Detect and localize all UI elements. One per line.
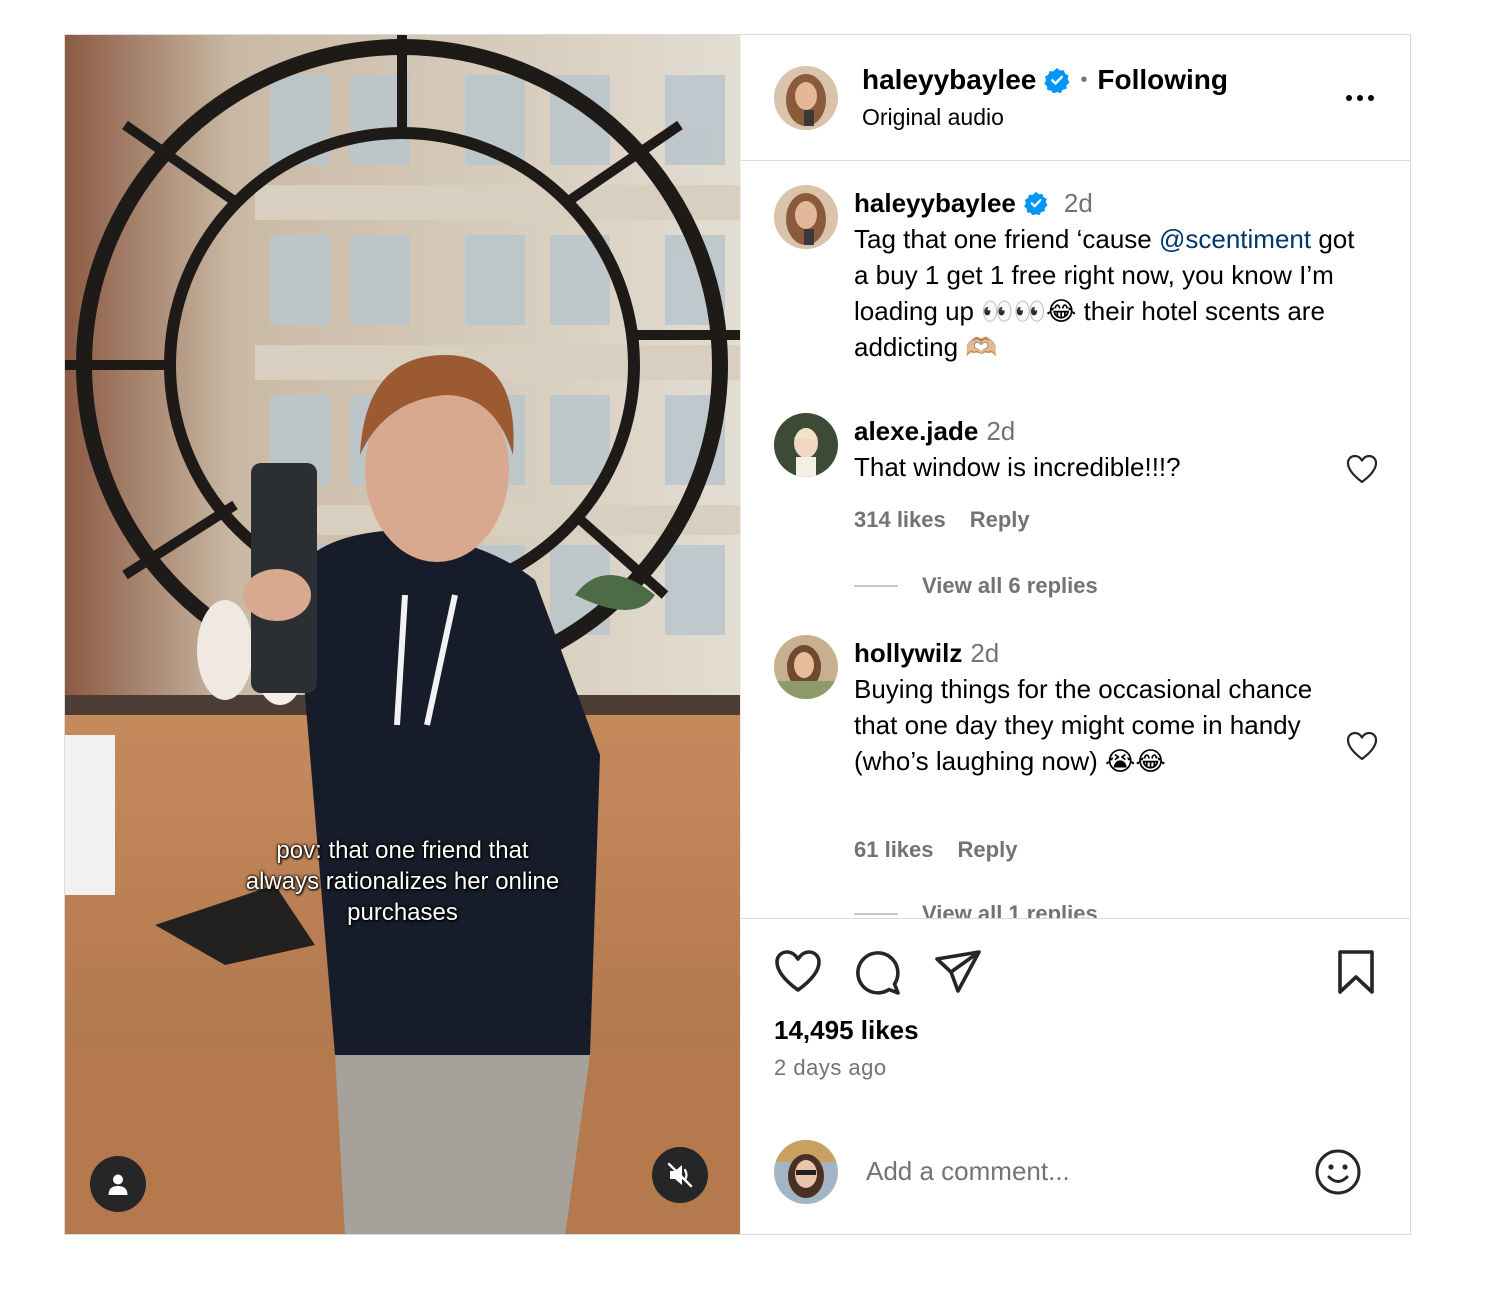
mute-toggle-button[interactable] <box>652 1147 708 1203</box>
post-age: 2 days ago <box>774 1055 887 1080</box>
view-replies-label: View all 6 replies <box>922 573 1098 598</box>
comment-like-heart-icon[interactable] <box>1346 454 1378 484</box>
replies-line <box>854 585 898 587</box>
comment-likes-count[interactable]: 314 likes <box>854 507 946 533</box>
header-username[interactable]: haleyybaylee <box>862 64 1036 96</box>
comment-bubble-icon[interactable] <box>854 949 902 997</box>
following-button[interactable]: Following <box>1097 64 1228 96</box>
comment-username[interactable]: alexe.jade <box>854 416 978 446</box>
avatar[interactable] <box>774 185 838 249</box>
caption-line: purchases <box>347 899 458 926</box>
comment-likes-count[interactable]: 61 likes <box>854 837 934 863</box>
bookmark-icon[interactable] <box>1336 949 1376 995</box>
muted-speaker-icon <box>667 1162 693 1188</box>
avatar <box>774 1139 838 1204</box>
more-dots-icon <box>1346 94 1352 101</box>
comment-time[interactable]: 2d <box>986 416 1015 446</box>
comment-time[interactable]: 2d <box>970 638 999 668</box>
post-side-panel: haleyybaylee • Following Original audio <box>740 35 1410 1234</box>
caption-username[interactable]: haleyybaylee <box>854 185 1016 221</box>
view-replies-button[interactable]: View all 6 replies <box>854 573 1098 599</box>
caption-line: pov: that one friend that <box>276 837 529 864</box>
comment-input[interactable] <box>864 1155 1288 1188</box>
post-caption: haleyybaylee 2d Tag that one friend ‘cau… <box>774 185 1380 365</box>
likes-count[interactable]: 14,495 likes <box>774 1015 919 1046</box>
view-replies-button[interactable]: View all 1 replies <box>854 901 1098 919</box>
reply-button[interactable]: Reply <box>970 507 1030 533</box>
person-icon <box>108 1174 128 1195</box>
caption-time[interactable]: 2d <box>1064 185 1093 221</box>
mention-link[interactable]: @scentiment <box>1159 224 1311 254</box>
heart-icon[interactable] <box>774 949 822 993</box>
paper-plane-icon[interactable] <box>934 949 982 995</box>
more-options-button[interactable] <box>1346 87 1374 109</box>
caption-line: always rationalizes her online <box>245 868 560 895</box>
add-comment-bar <box>741 1109 1410 1234</box>
comments-list[interactable]: haleyybaylee 2d Tag that one friend ‘cau… <box>741 161 1410 919</box>
comment-item: alexe.jade 2d That window is incredible!!… <box>774 413 1380 485</box>
reply-button[interactable]: Reply <box>958 837 1018 863</box>
comment-item: hollywilz 2d Buying things for the occasi… <box>774 635 1380 779</box>
video-frame <box>65 35 740 1234</box>
comment-meta: 61 likes Reply <box>854 837 1017 863</box>
verified-badge-icon <box>1024 191 1048 215</box>
audio-label[interactable]: Original audio <box>862 104 1228 131</box>
replies-line <box>854 913 898 915</box>
verified-badge-icon <box>1044 67 1070 93</box>
video-caption: pov: that one friend that always rationa… <box>65 835 740 928</box>
caption-text-start: Tag that one friend ‘cause <box>854 224 1159 254</box>
avatar[interactable] <box>774 635 838 699</box>
comment-text: Buying things for the occasional chance … <box>854 674 1313 776</box>
caption-text: Tag that one friend ‘cause @scentiment g… <box>854 221 1374 365</box>
comment-username[interactable]: hollywilz <box>854 638 962 668</box>
comment-like-heart-icon[interactable] <box>1346 731 1378 761</box>
avatar[interactable] <box>774 65 838 130</box>
post-header: haleyybaylee • Following Original audio <box>741 35 1410 161</box>
smiley-icon[interactable] <box>1314 1148 1362 1196</box>
avatar[interactable] <box>774 413 838 477</box>
view-replies-label: View all 1 replies <box>922 901 1098 919</box>
separator-dot: • <box>1080 68 1088 91</box>
post-modal: pov: that one friend that always rationa… <box>64 34 1411 1235</box>
post-actions: 14,495 likes 2 days ago <box>741 919 1410 1109</box>
reel-video[interactable]: pov: that one friend that always rationa… <box>65 35 740 1234</box>
comment-text: That window is incredible!!!? <box>854 452 1181 482</box>
comment-meta: 314 likes Reply <box>854 507 1030 533</box>
tagged-users-button[interactable] <box>90 1156 146 1212</box>
